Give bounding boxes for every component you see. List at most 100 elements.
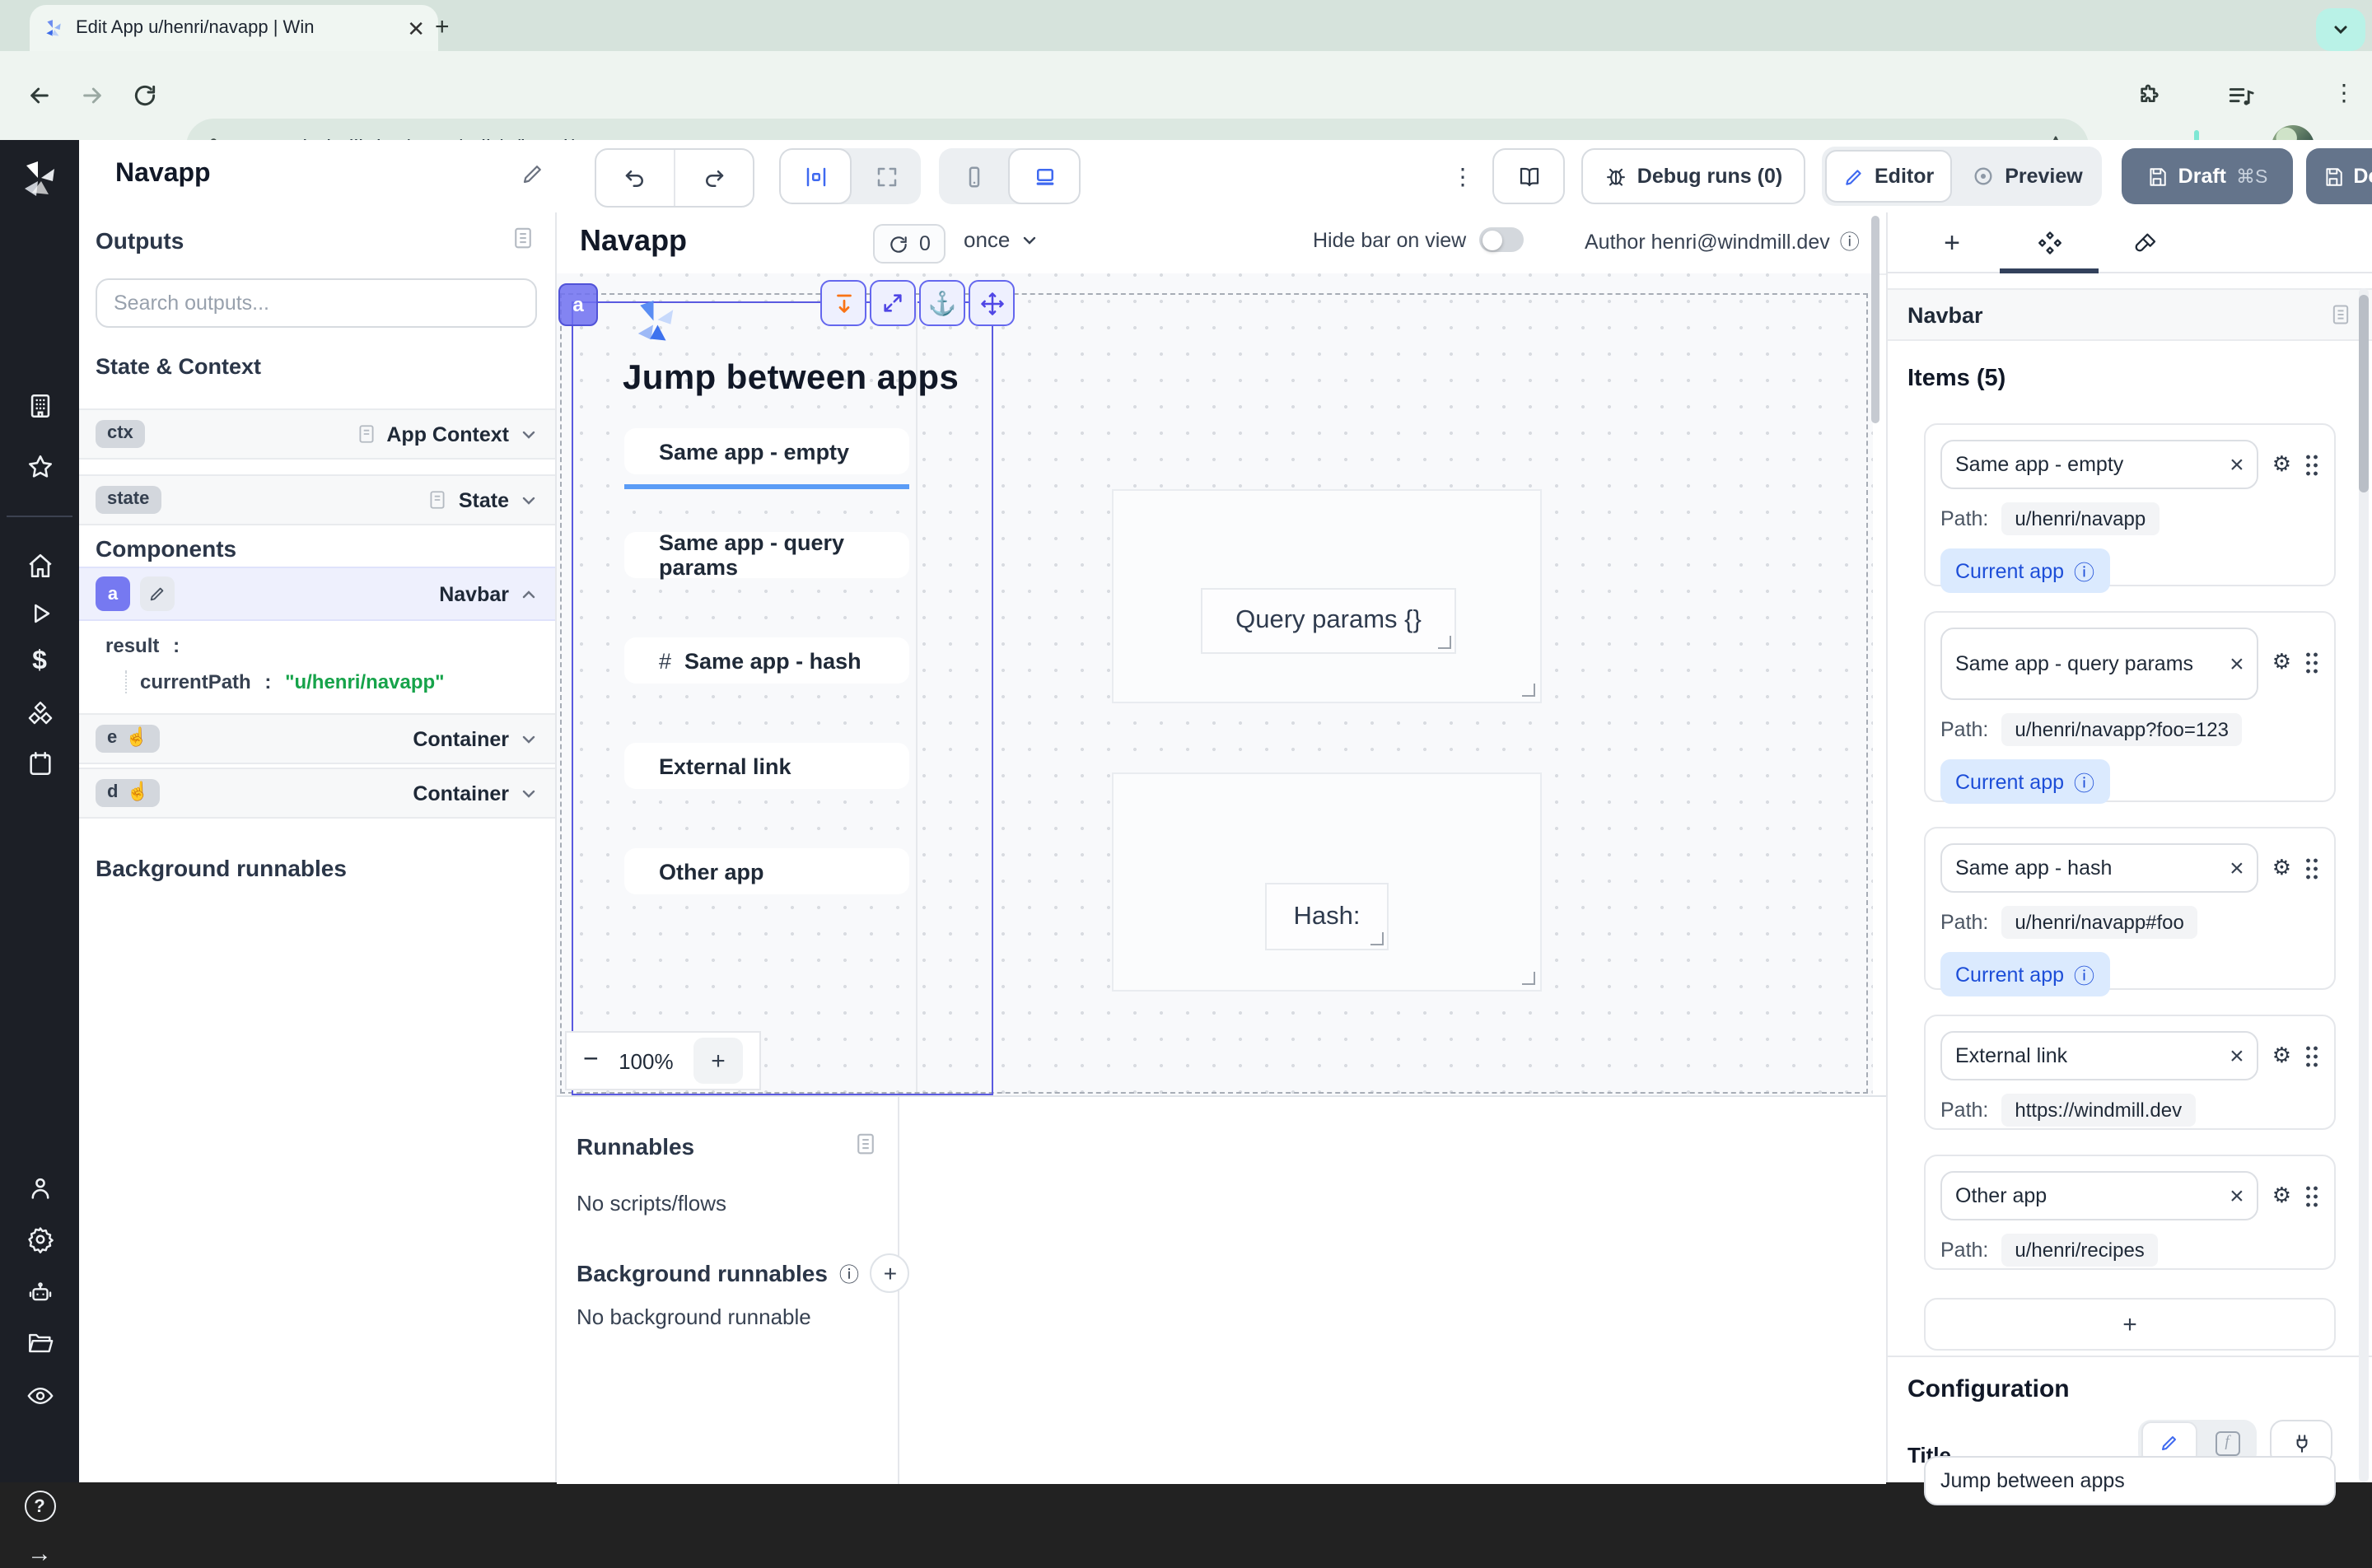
drag-handle-icon[interactable] [2304,1184,2319,1207]
more-options-icon[interactable]: ⋮ [1451,163,1474,191]
doc-icon[interactable] [355,423,376,445]
sidebar-item-variables[interactable]: $ [0,647,79,677]
run-mode-select[interactable]: once [964,227,1039,252]
item-path[interactable]: https://windmill.dev [2001,1094,2195,1127]
resize-handle[interactable] [1438,636,1451,649]
add-background-runnable-button[interactable]: + [871,1253,910,1293]
drag-handle-icon[interactable] [2304,453,2319,476]
clear-label-icon[interactable]: × [2230,1043,2244,1068]
clear-label-icon[interactable]: × [2230,856,2244,880]
item-settings-icon[interactable]: ⚙ [2272,649,2291,675]
rename-component-icon[interactable] [140,576,175,611]
item-settings-icon[interactable]: ⚙ [2272,1043,2291,1069]
resize-handle[interactable] [1370,932,1384,945]
info-icon[interactable]: ⓘ [1840,227,1860,255]
chevron-down-icon[interactable] [519,729,539,749]
item-path[interactable]: u/henri/navapp [2001,502,2159,535]
sidebar-item-folders[interactable] [0,1329,79,1357]
windmill-logo-icon[interactable] [0,160,79,199]
sidebar-collapse-icon[interactable]: → [0,1540,79,1568]
output-row-state[interactable]: state State [79,474,555,525]
hide-bar-toggle[interactable] [1479,227,1524,252]
resize-handle[interactable] [1522,684,1535,697]
app-canvas[interactable]: a ⚓ Jump between apps Same app - empty S… [557,273,1873,1095]
ctx-badge[interactable]: ctx [96,420,145,448]
item-label-input[interactable]: Same app - hash × [1940,843,2259,893]
component-row-container-e[interactable]: e☝ Container [79,713,555,764]
nav-item-external-link[interactable]: External link [624,743,909,789]
info-icon[interactable]: ⓘ [2074,766,2094,797]
result-key-row[interactable]: result : [105,634,445,657]
sidebar-item-resources[interactable] [0,700,79,728]
nav-item-hash[interactable]: #Same app - hash [624,637,909,684]
new-tab-button[interactable]: + [435,13,450,41]
resize-handle[interactable] [1522,972,1535,985]
forward-button[interactable] [79,82,105,109]
info-icon[interactable]: ⓘ [2074,555,2094,586]
sidebar-item-settings[interactable] [0,1225,79,1253]
query-params-text-box[interactable]: Query params {} [1201,588,1456,654]
desktop-view-button[interactable] [1008,148,1081,204]
state-badge[interactable]: state [96,486,161,514]
drag-handle-icon[interactable] [2304,1044,2319,1067]
refresh-counter[interactable]: 0 [873,224,946,264]
preview-tab[interactable]: Preview [1955,152,2099,201]
info-icon[interactable]: ⓘ [839,1259,859,1287]
reload-button[interactable] [132,82,158,109]
hash-text-box[interactable]: Hash: [1265,883,1389,950]
mobile-view-button[interactable] [939,148,1008,204]
full-width-button[interactable] [852,148,921,204]
sidebar-item-audit-logs[interactable] [0,1382,79,1410]
info-icon[interactable]: ⓘ [2074,959,2094,990]
sidebar-item-help[interactable]: ? [0,1491,79,1522]
tab-search-button[interactable] [2316,8,2365,51]
debug-runs-button[interactable]: Debug runs (0) [1581,148,1805,204]
component-e-badge[interactable]: e☝ [96,725,160,753]
nav-item-query-params[interactable]: Same app - query params [624,532,909,578]
sidebar-item-home[interactable] [0,552,79,580]
component-a-badge[interactable]: a [96,576,130,611]
title-value-input[interactable] [1924,1456,2336,1505]
clear-label-icon[interactable]: × [2230,651,2244,676]
component-row-container-d[interactable]: d☝ Container [79,768,555,819]
expand-component-button[interactable] [870,280,916,326]
media-controls-icon[interactable] [2227,82,2255,110]
add-navbar-item-button[interactable]: + [1924,1298,2336,1351]
browser-menu-icon[interactable]: ⋮ [2332,79,2356,107]
tab-insert-component[interactable]: + [1916,222,1988,265]
anchor-button[interactable]: ⚓ [919,280,965,326]
back-button[interactable] [26,82,53,109]
chevron-up-icon[interactable] [519,584,539,604]
deploy-button[interactable]: Deploy [2306,148,2372,204]
drag-handle-icon[interactable] [2304,651,2319,674]
hash-container[interactable]: Hash: [1112,772,1542,992]
chevron-down-icon[interactable] [519,490,539,510]
canvas-scrollbar[interactable] [1871,216,1879,423]
item-label-input[interactable]: External link × [1940,1031,2259,1080]
docs-button[interactable] [1492,148,1565,204]
drag-handle-icon[interactable] [2304,856,2319,880]
item-label-input[interactable]: Same app - empty × [1940,440,2259,489]
sidebar-item-users[interactable] [0,1174,79,1202]
output-row-ctx[interactable]: ctx App Context [79,408,555,460]
zoom-in-button[interactable]: + [693,1038,743,1084]
sidebar-item-workspace[interactable] [0,392,79,420]
sidebar-item-runs[interactable] [0,600,79,628]
draft-button[interactable]: Draft ⌘S [2122,148,2293,204]
component-row-navbar[interactable]: a Navbar [79,567,555,621]
item-path[interactable]: u/henri/recipes [2001,1234,2157,1267]
component-d-badge[interactable]: d☝ [96,779,161,807]
nav-item-same-app-empty[interactable]: Same app - empty [624,428,909,474]
panel-doc-icon[interactable] [511,226,535,250]
item-settings-icon[interactable]: ⚙ [2272,1183,2291,1209]
zoom-out-button[interactable]: − [583,1046,599,1076]
fill-height-button[interactable] [820,280,866,326]
panel-doc-icon[interactable] [853,1132,878,1156]
clear-label-icon[interactable]: × [2230,1183,2244,1208]
sidebar-item-schedules[interactable] [0,749,79,777]
clear-label-icon[interactable]: × [2230,452,2244,477]
redo-button[interactable] [674,150,753,206]
tab-component-settings[interactable] [2013,222,2085,265]
search-outputs-input[interactable] [96,278,537,328]
item-label-input[interactable]: Same app - query params × [1940,628,2259,700]
